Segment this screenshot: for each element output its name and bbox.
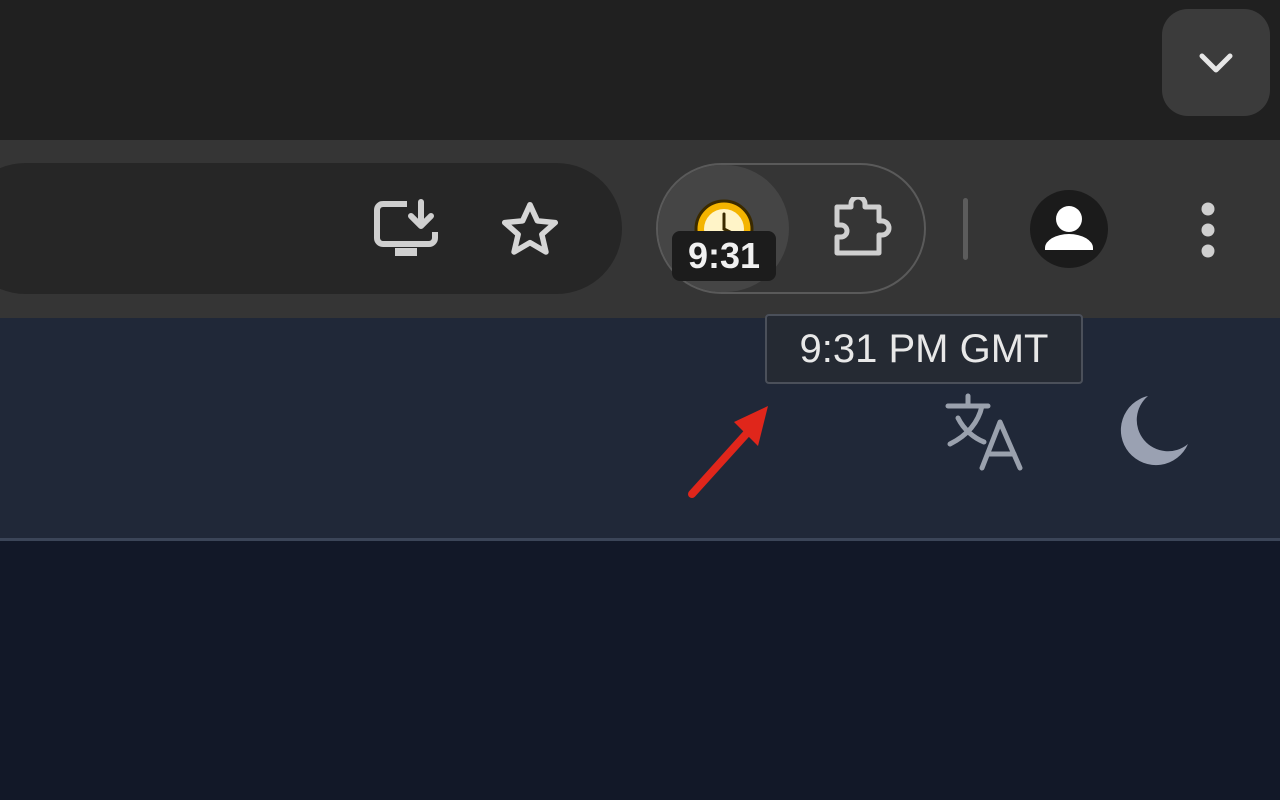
bookmark-button[interactable]	[494, 194, 566, 266]
clock-extension-button[interactable]: 9:31	[658, 165, 789, 292]
extensions-menu-button[interactable]	[826, 195, 898, 261]
browser-menu-button[interactable]	[1188, 192, 1228, 268]
translate-icon	[945, 393, 1023, 471]
monitor-download-icon	[374, 199, 438, 256]
browser-toolbar: 9:31	[0, 140, 1280, 318]
extension-tooltip: 9:31 PM GMT	[765, 314, 1083, 384]
theme-toggle-button[interactable]	[1112, 390, 1194, 472]
extension-badge: 9:31	[672, 231, 776, 281]
page-body	[0, 541, 1280, 800]
toolbar-divider	[963, 198, 968, 260]
annotation-arrow	[688, 406, 768, 498]
profile-avatar-button[interactable]	[1030, 190, 1108, 268]
extensions-group: 9:31	[656, 163, 926, 294]
tab-strip	[0, 0, 1280, 140]
chevron-down-icon	[1199, 53, 1233, 72]
tab-search-button[interactable]	[1162, 9, 1270, 116]
language-button[interactable]	[942, 388, 1028, 474]
moon-icon	[1120, 396, 1188, 466]
screen: 9:31 9:31 PM GMT	[0, 0, 1280, 800]
page-header	[0, 318, 1280, 541]
puzzle-icon	[834, 197, 892, 256]
install-app-button[interactable]	[368, 195, 444, 265]
person-icon	[1045, 206, 1093, 250]
kebab-menu-icon	[1201, 202, 1215, 258]
star-icon	[501, 201, 559, 255]
